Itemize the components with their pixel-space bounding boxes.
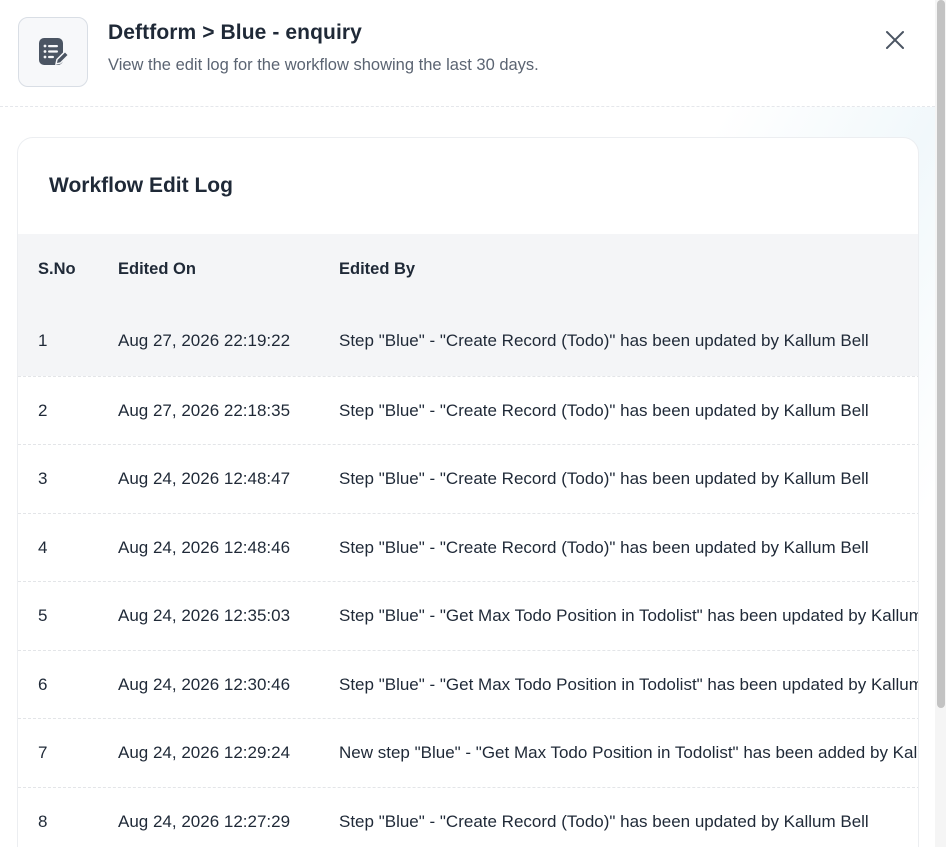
page-subtitle: View the edit log for the workflow showi… bbox=[108, 56, 539, 74]
scrollbar-thumb[interactable] bbox=[937, 0, 945, 708]
table-row: 1 Aug 27, 2026 22:19:22 Step "Blue" - "C… bbox=[18, 307, 918, 376]
cell-edited-on: Aug 27, 2026 22:18:35 bbox=[118, 400, 291, 420]
table-row: 2 Aug 27, 2026 22:18:35 Step "Blue" - "C… bbox=[18, 375, 918, 445]
cell-edited-by: Step "Blue" - "Create Record (Todo)" has… bbox=[339, 400, 869, 420]
table-row: 8 Aug 24, 2026 12:27:29 Step "Blue" - "C… bbox=[18, 786, 918, 847]
cell-edited-on: Aug 24, 2026 12:35:03 bbox=[118, 606, 291, 625]
cell-edited-on: Aug 24, 2026 12:48:47 bbox=[118, 469, 291, 488]
edit-log-card: Workflow Edit Log S.No Edited On Edited … bbox=[17, 137, 919, 847]
table-row: 7 Aug 24, 2026 12:29:24 New step "Blue" … bbox=[18, 718, 919, 787]
cell-edited-by: Step "Blue" - "Create Record (Todo)" has… bbox=[339, 331, 869, 350]
cell-edited-by: Step "Blue" - "Create Record (Todo)" has… bbox=[339, 811, 869, 831]
cell-edited-on: Aug 24, 2026 12:29:24 bbox=[118, 743, 291, 762]
cell-sno: 1 bbox=[38, 331, 48, 350]
cell-edited-by: Step "Blue" - "Create Record (Todo)" has… bbox=[339, 537, 869, 557]
table-row: 6 Aug 24, 2026 12:30:46 Step "Blue" - "G… bbox=[18, 649, 919, 719]
cell-edited-by: Step "Blue" - "Get Max Todo Position in … bbox=[339, 674, 919, 694]
table-row: 5 Aug 24, 2026 12:35:03 Step "Blue" - "G… bbox=[18, 581, 919, 650]
modal-header: Deftform > Blue - enquiry View the edit … bbox=[0, 0, 935, 107]
cell-sno: 2 bbox=[38, 400, 48, 420]
edit-log-table: S.No Edited On Edited By 1 Aug 27, 2026 … bbox=[18, 234, 919, 847]
cell-edited-on: Aug 24, 2026 12:27:29 bbox=[118, 811, 291, 831]
cell-sno: 4 bbox=[38, 537, 48, 557]
cell-edited-on: Aug 24, 2026 12:30:46 bbox=[118, 674, 291, 694]
table-row: 4 Aug 24, 2026 12:48:46 Step "Blue" - "C… bbox=[18, 512, 918, 582]
cell-sno: 8 bbox=[38, 811, 48, 831]
column-header-sno: S.No bbox=[38, 260, 76, 278]
cell-edited-by: Step "Blue" - "Get Max Todo Position in … bbox=[339, 606, 919, 625]
card-title: Workflow Edit Log bbox=[49, 174, 233, 197]
column-header-edited-by: Edited By bbox=[339, 260, 416, 278]
cell-edited-on: Aug 27, 2026 22:19:22 bbox=[118, 331, 291, 350]
close-icon bbox=[886, 31, 904, 49]
cell-sno: 3 bbox=[38, 469, 48, 488]
cell-sno: 7 bbox=[38, 743, 48, 762]
cell-sno: 6 bbox=[38, 674, 48, 694]
cell-edited-by: Step "Blue" - "Create Record (Todo)" has… bbox=[339, 469, 869, 488]
cell-edited-on: Aug 24, 2026 12:48:46 bbox=[118, 537, 291, 557]
column-header-edited-on: Edited On bbox=[118, 260, 196, 278]
page-title: Deftform > Blue - enquiry bbox=[108, 21, 362, 44]
form-edit-icon bbox=[18, 17, 88, 87]
cell-edited-by: New step "Blue" - "Get Max Todo Position… bbox=[339, 743, 919, 762]
table-row: 3 Aug 24, 2026 12:48:47 Step "Blue" - "C… bbox=[18, 444, 918, 513]
table-header: S.No Edited On Edited By bbox=[18, 234, 918, 307]
cell-sno: 5 bbox=[38, 606, 48, 625]
close-button[interactable] bbox=[880, 26, 910, 54]
table-body: 1 Aug 27, 2026 22:19:22 Step "Blue" - "C… bbox=[18, 307, 919, 847]
